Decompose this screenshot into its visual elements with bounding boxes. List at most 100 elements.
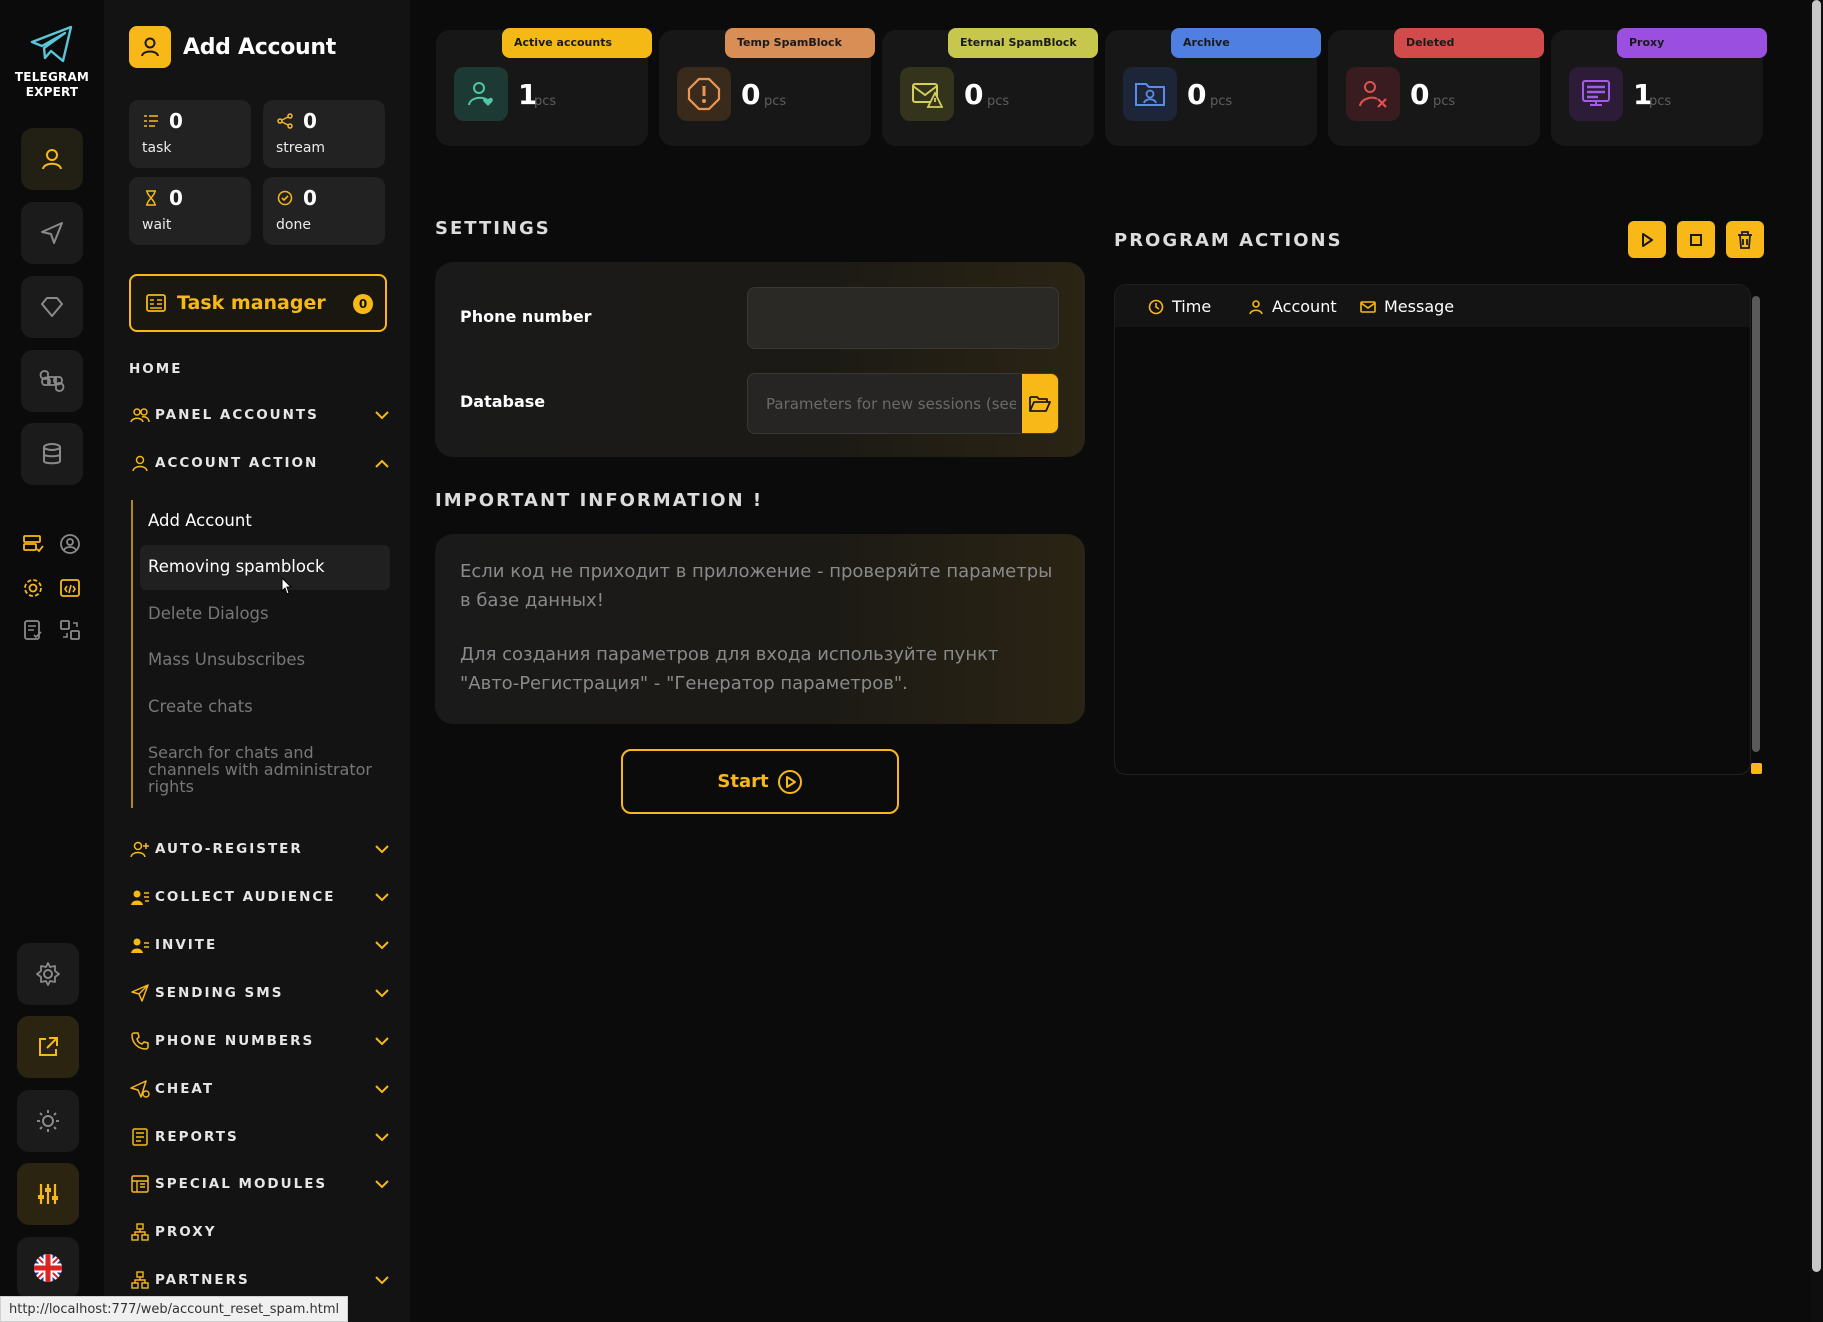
submenu-delete-dialogs[interactable]: Delete Dialogs (140, 604, 390, 623)
rail-settings-button[interactable] (17, 943, 79, 1005)
resize-handle[interactable] (1751, 763, 1762, 774)
nav-special-modules[interactable]: SPECIAL MODULES (129, 1171, 391, 1197)
database-label: Database (460, 392, 546, 411)
card-proxy[interactable]: Proxy 1 pcs (1551, 28, 1767, 146)
task-manager-button[interactable]: Task manager 0 (129, 274, 387, 332)
card-unit: pcs (1649, 94, 1672, 109)
rail-gear-settings[interactable] (19, 574, 47, 602)
card-archive[interactable]: Archive 0 pcs (1105, 28, 1321, 146)
gear-icon (24, 579, 42, 597)
share-nodes-icon (276, 112, 294, 130)
start-button[interactable]: Start (621, 749, 899, 814)
rail-premium-button[interactable] (21, 276, 83, 338)
uk-flag-icon (34, 1254, 62, 1282)
logo-line-2: EXPERT (25, 85, 79, 99)
card-unit: pcs (1210, 94, 1233, 109)
status-badge: Active accounts (502, 28, 652, 58)
program-actions-title: PROGRAM ACTIONS (1114, 230, 1343, 251)
settings-title: SETTINGS (435, 218, 551, 239)
rail-accounts-button[interactable] (21, 128, 83, 190)
user-circle-icon (60, 534, 80, 554)
submenu-search-admin-chats[interactable]: Search for chats and channels with admin… (140, 744, 380, 795)
stop-button[interactable] (1677, 221, 1715, 258)
rail-database-button[interactable] (21, 423, 83, 485)
submenu-removing-spamblock[interactable]: Removing spamblock (140, 545, 390, 590)
column-time[interactable]: Time (1147, 297, 1211, 316)
nav-partners[interactable]: PARTNERS (129, 1267, 391, 1293)
external-link-icon (39, 1037, 58, 1056)
rail-commands-button[interactable] (21, 350, 83, 412)
column-message[interactable]: Message (1359, 297, 1454, 316)
nav-home[interactable]: HOME (129, 356, 391, 382)
nav-collect-audience[interactable]: COLLECT AUDIENCE (129, 884, 391, 910)
log-table[interactable]: Time Account Message (1114, 284, 1751, 775)
send-icon (41, 222, 63, 244)
important-info-title: IMPORTANT INFORMATION ! (435, 490, 764, 511)
status-badge: Archive (1171, 28, 1321, 58)
nav-panel-accounts[interactable]: PANEL ACCOUNTS (129, 402, 391, 428)
nav-auto-register[interactable]: AUTO-REGISTER (129, 836, 391, 862)
language-button[interactable] (17, 1237, 79, 1299)
nav-label: CHEAT (155, 1081, 215, 1097)
nav-reports[interactable]: REPORTS (129, 1124, 391, 1150)
card-unit: pcs (764, 94, 787, 109)
send-boost-icon (129, 1078, 151, 1100)
nav-label: AUTO-REGISTER (155, 841, 303, 857)
card-temp-spamblock[interactable]: Temp SpamBlock 0 pcs (659, 28, 875, 146)
sidebar-header: Add Account (129, 26, 336, 68)
nav-home-label: HOME (129, 361, 183, 377)
run-button[interactable] (1628, 221, 1666, 258)
nav-account-action[interactable]: ACCOUNT ACTION (129, 450, 391, 476)
rail-tasks[interactable] (19, 616, 47, 644)
rail-server-settings[interactable] (19, 530, 47, 558)
sliders-icon (38, 1184, 58, 1204)
page-scrollbar-thumb[interactable] (1812, 0, 1821, 1272)
warning-circle-icon (677, 67, 731, 121)
audience-icon (129, 886, 151, 908)
browse-folder-button[interactable] (1022, 374, 1058, 433)
app-logo[interactable]: TELEGRAM EXPERT (0, 24, 104, 100)
submenu-add-account[interactable]: Add Account (140, 511, 390, 530)
sun-icon (37, 1110, 59, 1132)
submenu-mass-unsubscribes[interactable]: Mass Unsubscribes (140, 650, 390, 669)
nav-phone-numbers[interactable]: PHONE NUMBERS (129, 1028, 391, 1054)
rail-sliders-button[interactable] (17, 1163, 79, 1225)
rail-theme-button[interactable] (17, 1090, 79, 1152)
card-active-accounts[interactable]: Active accounts 1 pcs (436, 28, 652, 146)
rail-convert[interactable] (56, 616, 84, 644)
clock-icon (1147, 298, 1165, 316)
user-remove-icon (1346, 67, 1400, 121)
clear-log-button[interactable] (1726, 221, 1764, 258)
log-scrollbar[interactable] (1752, 296, 1760, 752)
stat-stream: 0 stream (263, 100, 385, 168)
column-account[interactable]: Account (1247, 297, 1337, 316)
stat-label: stream (276, 140, 326, 156)
rail-send-button[interactable] (21, 202, 83, 264)
card-unit: pcs (987, 94, 1010, 109)
rail-code[interactable] (56, 574, 84, 602)
stat-value: 0 (169, 109, 183, 133)
user-heart-icon (454, 67, 508, 121)
submenu-create-chats[interactable]: Create chats (140, 697, 390, 716)
info-paragraph-2: Для создания параметров для входа исполь… (460, 644, 999, 694)
rail-profile[interactable] (56, 530, 84, 558)
report-icon (129, 1126, 151, 1148)
card-value: 0 (964, 78, 984, 111)
phone-number-input[interactable] (747, 287, 1059, 349)
card-eternal-spamblock[interactable]: Eternal SpamBlock 0 pcs (882, 28, 1098, 146)
rail-external-button[interactable] (17, 1016, 79, 1078)
nav-cheat[interactable]: CHEAT (129, 1076, 391, 1102)
stat-task: 0 task (129, 100, 251, 168)
status-badge: Eternal SpamBlock (948, 28, 1098, 58)
card-deleted[interactable]: Deleted 0 pcs (1328, 28, 1544, 146)
sidebar: Add Account 0 task 0 stream 0 wait 0 don… (104, 0, 410, 1322)
nav-label: REPORTS (155, 1129, 239, 1145)
card-value: 0 (1410, 78, 1430, 111)
nav-invite[interactable]: INVITE (129, 932, 391, 958)
nav-proxy[interactable]: PROXY (129, 1219, 391, 1245)
database-field[interactable]: Parameters for new sessions (see po (747, 373, 1059, 434)
phone-icon (129, 1030, 151, 1052)
nav-sending-sms[interactable]: SENDING SMS (129, 980, 391, 1006)
chevron-down-icon (373, 840, 391, 858)
nav-label: SENDING SMS (155, 985, 284, 1001)
